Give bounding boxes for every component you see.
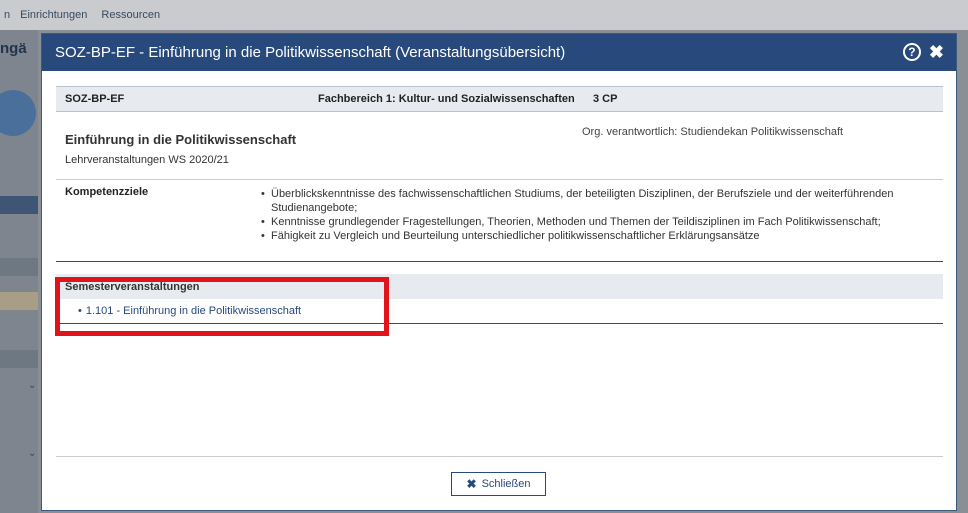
background-stripe (0, 350, 38, 368)
chevron-down-icon: ⌄ (28, 380, 37, 391)
close-button-label: Schließen (481, 478, 531, 490)
background-stripe (0, 258, 38, 276)
dialog-header: SOZ-BP-EF - Einführung in die Politikwis… (42, 34, 956, 71)
background-menu-item-ressourcen[interactable]: Ressourcen (101, 9, 160, 21)
module-info-row: SOZ-BP-EF Fachbereich 1: Kultur- und Soz… (56, 86, 943, 112)
module-title-block: Einführung in die Politikwissenschaft Le… (56, 112, 943, 166)
module-code: SOZ-BP-EF (65, 93, 125, 105)
dialog-footer: ✖ Schließen (56, 456, 943, 496)
background-page-title: ngä (0, 40, 27, 57)
close-icon: ✖ (466, 477, 477, 491)
chevron-down-icon: ⌄ (28, 448, 37, 459)
kompetenzziele-label: Kompetenzziele (65, 186, 149, 198)
background-menu-item[interactable]: n (4, 9, 10, 21)
module-semester: Lehrveranstaltungen WS 2020/21 (65, 154, 229, 166)
help-icon[interactable]: ? (902, 43, 921, 61)
list-item: Fähigkeit zu Vergleich und Beurteilung u… (261, 229, 941, 243)
module-org-responsible: Org. verantwortlich: Studiendekan Politi… (582, 126, 844, 138)
kompetenzziele-list: Überblickskenntnisse des fachwissenschaf… (261, 187, 941, 243)
kompetenzziele-section: Kompetenzziele Überblickskenntnisse des … (56, 179, 943, 262)
dialog-title: SOZ-BP-EF - Einführung in die Politikwis… (55, 44, 566, 61)
module-fachbereich: Fachbereich 1: Kultur- und Sozialwissens… (318, 93, 575, 105)
list-item: Kenntnisse grundlegender Fragestellungen… (261, 215, 941, 229)
course-overview-dialog: SOZ-BP-EF - Einführung in die Politikwis… (41, 33, 957, 511)
list-item: Überblickskenntnisse des fachwissenschaf… (261, 187, 941, 215)
close-icon[interactable]: ✖ (929, 43, 944, 61)
highlight-box (55, 277, 389, 336)
background-stripe (0, 292, 38, 310)
background-menu: n Einrichtungen Ressourcen (0, 0, 174, 30)
close-button[interactable]: ✖ Schließen (451, 472, 546, 496)
module-name: Einführung in die Politikwissenschaft (65, 132, 297, 147)
background-menu-item-einrichtungen[interactable]: Einrichtungen (20, 9, 87, 21)
background-stripe (0, 196, 38, 214)
module-credits: 3 CP (593, 93, 618, 105)
